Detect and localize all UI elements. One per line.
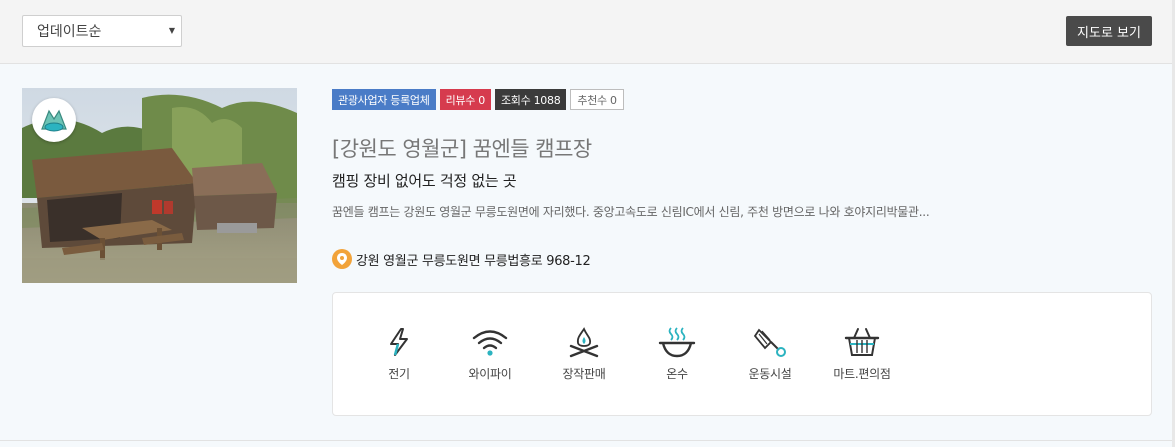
lightning-icon — [379, 325, 419, 359]
amenity-label: 전기 — [388, 367, 410, 381]
amenity-label: 운동시설 — [748, 367, 792, 381]
amenity-firewood: 장작판매 — [544, 325, 624, 382]
amenity-sports: 운동시설 — [730, 325, 810, 382]
badge-views: 조회수 1088 — [494, 89, 567, 110]
top-toolbar: 업데이트순 ▼ 지도로 보기 — [0, 0, 1172, 64]
badge-registered: 관광사업자 등록업체 — [332, 89, 436, 110]
listing-badges: 관광사업자 등록업체 리뷰수 0 조회수 1088 추천수 0 — [332, 89, 624, 110]
divider — [0, 440, 1172, 441]
amenity-label: 마트.편의점 — [833, 367, 891, 381]
amenity-label: 와이파이 — [468, 367, 512, 381]
amenity-label: 온수 — [666, 367, 688, 381]
listing-description: 꿈엔들 캠프는 강원도 영월군 무릉도원면에 자리했다. 중앙고속도로 신림IC… — [332, 205, 930, 219]
listing-thumbnail[interactable] — [22, 88, 297, 283]
basket-icon — [842, 325, 882, 359]
sort-select[interactable]: 업데이트순 ▼ — [22, 15, 182, 47]
badge-recommends: 추천수 0 — [570, 89, 624, 110]
sort-select-value: 업데이트순 — [37, 24, 102, 40]
badge-reviews: 리뷰수 0 — [439, 89, 491, 110]
amenity-electricity: 전기 — [359, 325, 439, 382]
brand-logo — [32, 98, 76, 142]
address-text: 강원 영월군 무릉도원면 무릉법흥로 968-12 — [356, 253, 591, 269]
listing-subtitle: 캠핑 장비 없어도 걱정 없는 곳 — [332, 172, 517, 190]
location-pin-icon — [332, 249, 352, 269]
wifi-icon — [470, 325, 510, 359]
amenity-mart: 마트.편의점 — [822, 325, 902, 382]
amenity-hot-water: 온수 — [637, 325, 717, 382]
map-view-button[interactable]: 지도로 보기 — [1066, 16, 1152, 46]
amenity-wifi: 와이파이 — [450, 325, 530, 382]
campfire-icon — [564, 325, 604, 359]
amenity-label: 장작판매 — [562, 367, 606, 381]
listing-title[interactable]: [강원도 영월군] 꿈엔들 캠프장 — [332, 133, 592, 163]
badminton-icon — [750, 325, 790, 359]
listing-address: 강원 영월군 무릉도원면 무릉법흥로 968-12 — [332, 249, 591, 269]
amenities-panel: 전기 와이파이 장작판매 온수 운동시설 마트.편의점 — [332, 292, 1152, 416]
chevron-down-icon: ▼ — [168, 26, 175, 35]
hot-water-icon — [657, 325, 697, 359]
